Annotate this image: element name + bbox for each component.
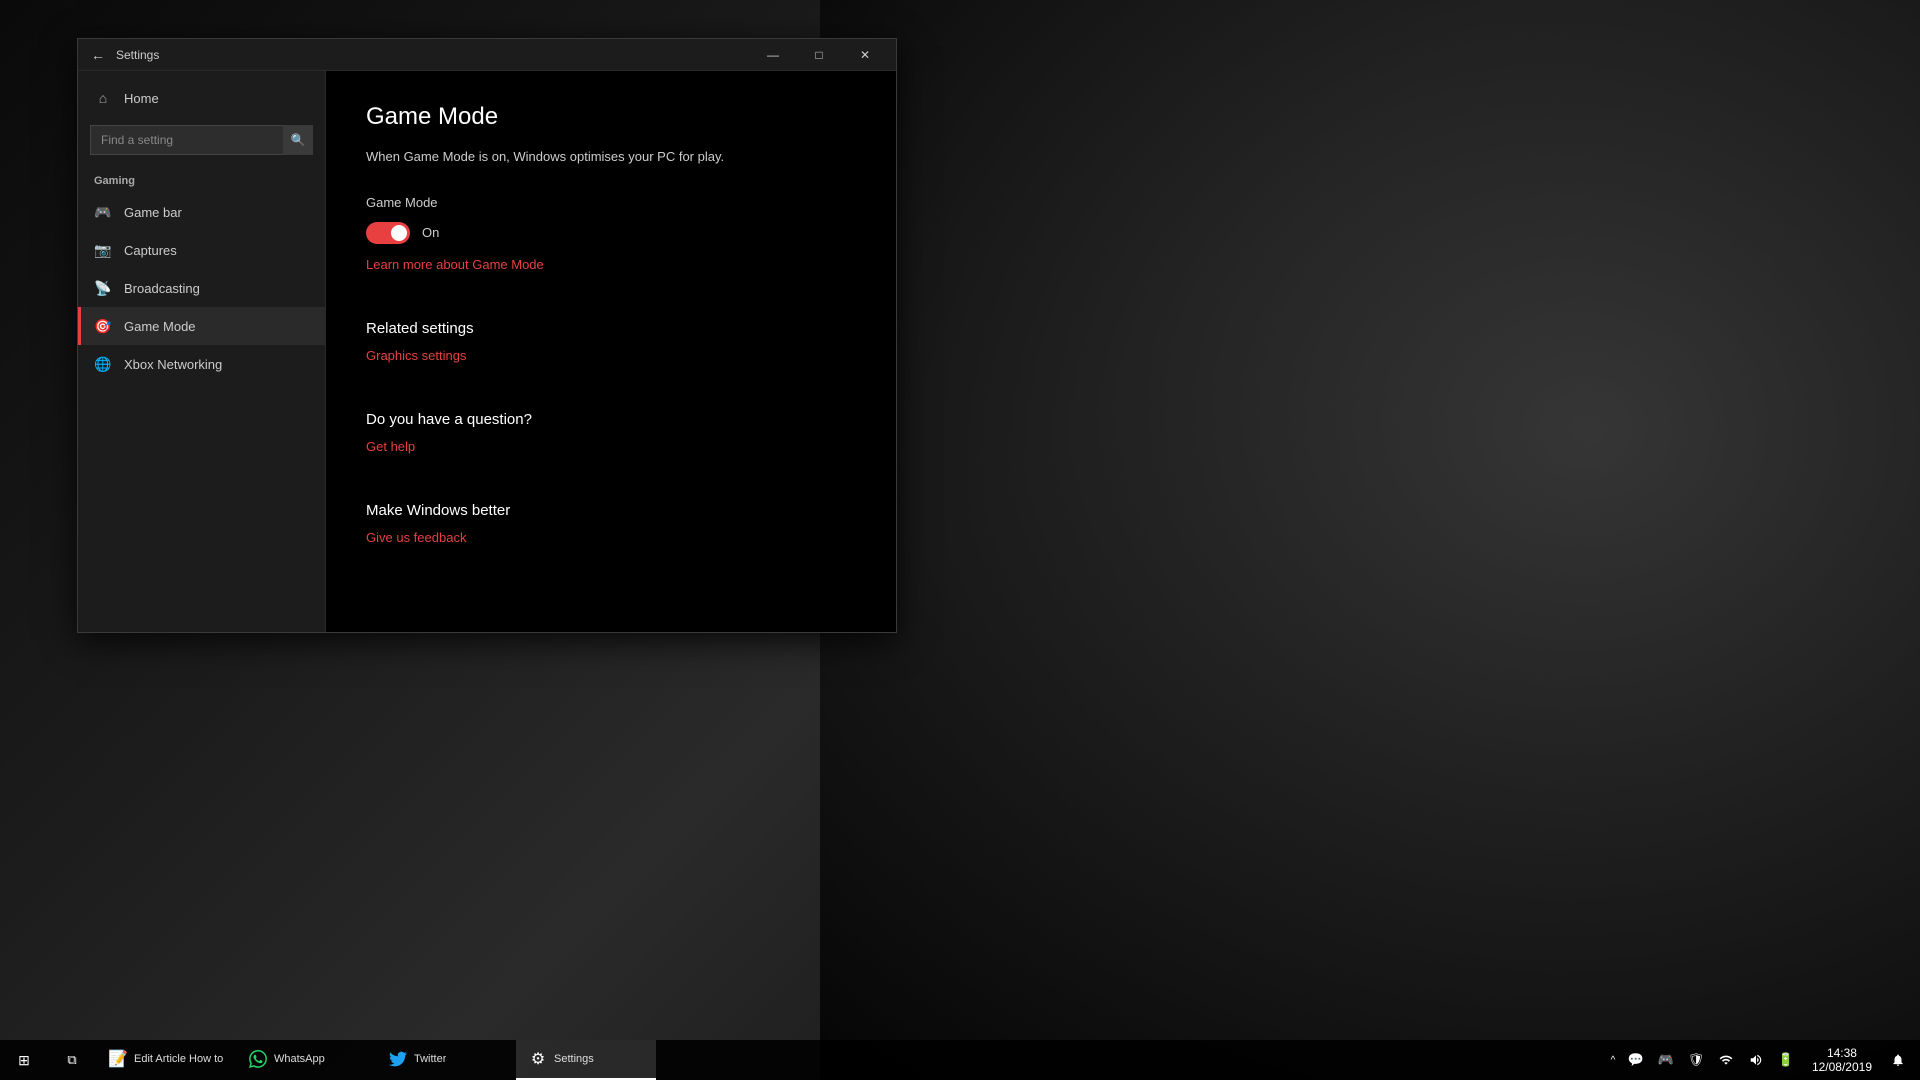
sidebar-section-title: Gaming [78, 163, 325, 193]
whatsapp-icon [248, 1049, 268, 1069]
taskbar: ⊞ ⧉ 📝 Edit Article How to WhatsApp Twitt… [0, 1040, 1920, 1080]
home-icon: ⌂ [94, 89, 112, 107]
window-body: ⌂ Home 🔍 Gaming 🎮 Game bar 📷 Captures 📡 … [78, 71, 896, 632]
toggle-section: Game Mode On Learn more about Game Mode [366, 195, 856, 300]
edit-article-label: Edit Article How to [134, 1053, 223, 1065]
start-icon: ⊞ [18, 1052, 30, 1069]
tray-volume-icon[interactable] [1742, 1042, 1770, 1078]
toggle-section-label: Game Mode [366, 195, 856, 210]
window-title: Settings [116, 48, 750, 62]
game-mode-toggle-row: On [366, 222, 856, 244]
question-heading: Do you have a question? [366, 411, 856, 428]
taskbar-item-edit-article[interactable]: 📝 Edit Article How to [96, 1040, 236, 1080]
settings-taskbar-label: Settings [554, 1053, 594, 1065]
tray-expand-button[interactable]: ^ [1606, 1042, 1620, 1078]
related-settings-section: Related settings Graphics settings [366, 320, 856, 391]
whatsapp-label: WhatsApp [274, 1053, 325, 1065]
maximize-button[interactable]: □ [796, 39, 842, 71]
sidebar-label-game-bar: Game bar [124, 205, 182, 220]
sidebar: ⌂ Home 🔍 Gaming 🎮 Game bar 📷 Captures 📡 … [78, 71, 326, 632]
taskbar-item-twitter[interactable]: Twitter [376, 1040, 516, 1080]
sidebar-item-captures[interactable]: 📷 Captures [78, 231, 325, 269]
learn-more-link[interactable]: Learn more about Game Mode [366, 257, 544, 272]
search-button[interactable]: 🔍 [283, 125, 313, 155]
captures-icon: 📷 [94, 241, 112, 259]
clock-time: 14:38 [1827, 1046, 1857, 1060]
tray-shield-icon[interactable]: 🛡 [1682, 1042, 1710, 1078]
taskbar-item-whatsapp[interactable]: WhatsApp [236, 1040, 376, 1080]
make-better-heading: Make Windows better [366, 502, 856, 519]
sidebar-label-broadcasting: Broadcasting [124, 281, 200, 296]
twitter-icon [388, 1049, 408, 1069]
home-label: Home [124, 91, 159, 106]
search-container: 🔍 [78, 117, 325, 163]
related-settings-heading: Related settings [366, 320, 856, 337]
tray-game-icon[interactable]: 🎮 [1652, 1042, 1680, 1078]
start-button[interactable]: ⊞ [0, 1040, 48, 1080]
twitter-label: Twitter [414, 1053, 446, 1065]
back-button[interactable]: ← [86, 43, 110, 67]
tray-battery-icon[interactable]: 🔋 [1772, 1042, 1800, 1078]
sidebar-item-game-mode[interactable]: 🎯 Game Mode [78, 307, 325, 345]
clock-date: 12/08/2019 [1812, 1060, 1872, 1074]
question-section: Do you have a question? Get help [366, 411, 856, 482]
sidebar-label-game-mode: Game Mode [124, 319, 196, 334]
settings-window: ← Settings — □ ✕ ⌂ Home 🔍 Gaming 🎮 Game … [77, 38, 897, 633]
taskbar-item-settings[interactable]: ⚙ Settings [516, 1040, 656, 1080]
task-view-icon: ⧉ [67, 1052, 76, 1068]
sidebar-item-game-bar[interactable]: 🎮 Game bar [78, 193, 325, 231]
tray-chat-icon[interactable]: 💬 [1622, 1042, 1650, 1078]
sidebar-label-xbox-networking: Xbox Networking [124, 357, 222, 372]
broadcasting-icon: 📡 [94, 279, 112, 297]
feedback-link[interactable]: Give us feedback [366, 530, 466, 545]
title-bar: ← Settings — □ ✕ [78, 39, 896, 71]
sidebar-home[interactable]: ⌂ Home [78, 79, 325, 117]
toggle-state-label: On [422, 225, 439, 240]
game-mode-icon: 🎯 [94, 317, 112, 335]
sidebar-item-broadcasting[interactable]: 📡 Broadcasting [78, 269, 325, 307]
tray-network-icon[interactable] [1712, 1042, 1740, 1078]
window-controls: — □ ✕ [750, 39, 888, 71]
game-mode-toggle[interactable] [366, 222, 410, 244]
search-input[interactable] [90, 125, 313, 155]
close-button[interactable]: ✕ [842, 39, 888, 71]
notification-icon[interactable] [1884, 1042, 1912, 1078]
settings-taskbar-icon: ⚙ [528, 1049, 548, 1069]
task-view-button[interactable]: ⧉ [48, 1040, 96, 1080]
sidebar-label-captures: Captures [124, 243, 177, 258]
page-description: When Game Mode is on, Windows optimises … [366, 147, 856, 167]
sidebar-item-xbox-networking[interactable]: 🌐 Xbox Networking [78, 345, 325, 383]
main-content: Game Mode When Game Mode is on, Windows … [326, 71, 896, 632]
get-help-link[interactable]: Get help [366, 439, 415, 454]
clock-display[interactable]: 14:38 12/08/2019 [1802, 1040, 1882, 1080]
graphics-settings-link[interactable]: Graphics settings [366, 348, 466, 363]
game-bar-icon: 🎮 [94, 203, 112, 221]
taskbar-right: ^ 💬 🎮 🛡 🔋 14:38 12/08/2019 [1606, 1040, 1920, 1080]
edit-article-icon: 📝 [108, 1049, 128, 1069]
minimize-button[interactable]: — [750, 39, 796, 71]
page-title: Game Mode [366, 103, 856, 131]
feedback-section: Make Windows better Give us feedback [366, 502, 856, 573]
xbox-networking-icon: 🌐 [94, 355, 112, 373]
